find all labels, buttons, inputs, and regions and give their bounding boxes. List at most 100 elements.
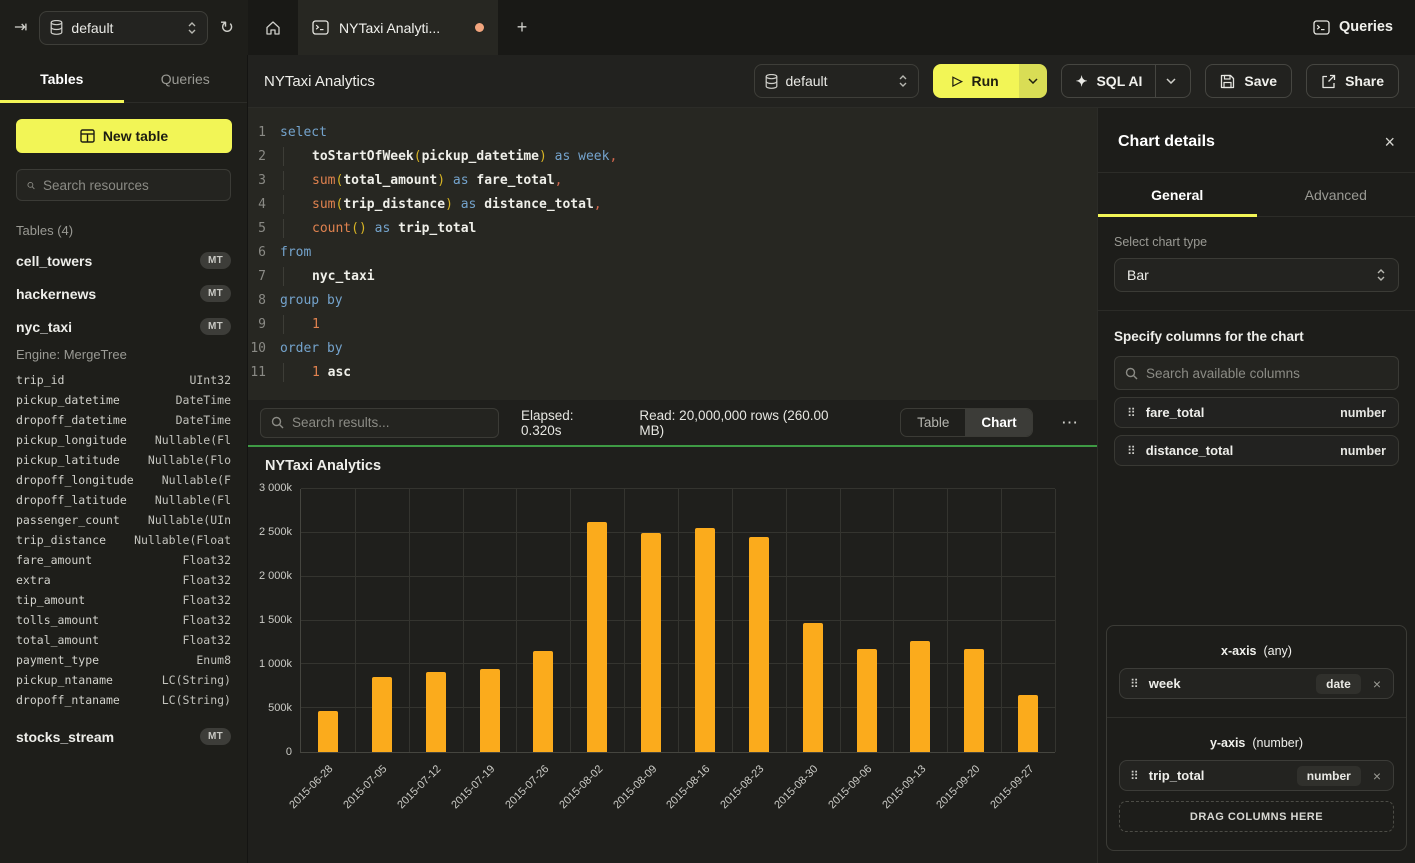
column-chip[interactable]: ⠿distance_totalnumber — [1114, 435, 1399, 466]
chart-view-button[interactable]: Chart — [965, 409, 1032, 436]
database-selector-value: default — [71, 20, 113, 36]
x-axis-chip-type: date — [1316, 674, 1361, 694]
sql-code-lines: 1select2toStartOfWeek(pickup_datetime) a… — [248, 120, 1097, 384]
run-options-button[interactable] — [1019, 64, 1047, 98]
share-button[interactable]: Share — [1306, 64, 1399, 98]
y-axis-qualifier: (number) — [1252, 736, 1303, 750]
chart-bar — [857, 649, 877, 752]
select-chevrons-icon — [187, 21, 197, 35]
code-text: count() as trip_total — [280, 221, 476, 236]
table-row-nyc-taxi[interactable]: nyc_taxi MT — [0, 310, 247, 343]
code-text: sum(trip_distance) as distance_total, — [280, 197, 602, 212]
column-row: payment_typeEnum8 — [16, 650, 231, 670]
tab-general[interactable]: General — [1098, 173, 1257, 216]
save-icon — [1220, 74, 1235, 89]
results-menu-button[interactable]: ⋯ — [1055, 413, 1085, 433]
code-line: 111 asc — [248, 360, 1097, 384]
tab-advanced[interactable]: Advanced — [1257, 173, 1415, 216]
column-row: pickup_longitudeNullable(Fl — [16, 430, 231, 450]
sidebar-search-input[interactable] — [43, 178, 220, 193]
code-line: 10order by — [248, 336, 1097, 360]
table-icon — [80, 129, 95, 143]
code-line: 7nyc_taxi — [248, 264, 1097, 288]
collapse-sidebar-button[interactable]: ⇥ — [14, 20, 27, 36]
y-axis-tick-label: 2 000k — [248, 570, 292, 582]
drag-handle-icon[interactable]: ⠿ — [1130, 678, 1139, 690]
remove-y-axis-column-button[interactable]: × — [1371, 768, 1383, 784]
drag-handle-icon[interactable]: ⠿ — [1130, 770, 1139, 782]
table-row-stocks-stream[interactable]: stocks_stream MT — [0, 720, 247, 753]
home-tab[interactable] — [248, 0, 298, 55]
results-toolbar: Elapsed: 0.320s Read: 20,000,000 rows (2… — [248, 400, 1097, 445]
code-text: order by — [280, 341, 343, 356]
y-axis-tick-label: 3 000k — [248, 482, 292, 494]
y-axis-chip[interactable]: ⠿ trip_total number × — [1119, 760, 1394, 791]
engine-badge: MT — [200, 728, 231, 745]
available-columns: ⠿fare_totalnumber⠿distance_totalnumber — [1114, 397, 1399, 466]
remove-x-axis-column-button[interactable]: × — [1371, 676, 1383, 692]
engine-badge: MT — [200, 318, 231, 335]
code-text: toStartOfWeek(pickup_datetime) as week, — [280, 149, 617, 164]
column-chip[interactable]: ⠿fare_totalnumber — [1114, 397, 1399, 428]
elapsed-time: Elapsed: 0.320s — [521, 408, 617, 438]
table-name: stocks_stream — [16, 729, 114, 745]
column-row: extraFloat32 — [16, 570, 231, 590]
column-row: tolls_amountFloat32 — [16, 610, 231, 630]
line-number: 6 — [248, 245, 280, 260]
column-chip-name: distance_total — [1146, 443, 1233, 458]
chart-plot — [300, 489, 1055, 753]
code-text: nyc_taxi — [280, 269, 375, 284]
results-search-input[interactable] — [292, 415, 488, 430]
chart-type-section: Select chart type Bar — [1098, 217, 1415, 310]
select-chevrons-icon — [898, 74, 908, 88]
chart-title: NYTaxi Analytics — [265, 458, 381, 474]
query-database-selector[interactable]: default — [754, 64, 919, 98]
sql-ai-options-button[interactable] — [1155, 65, 1176, 97]
sidebar-tab-queries[interactable]: Queries — [124, 55, 248, 102]
gridline — [301, 663, 1055, 664]
y-axis-label: y-axis — [1210, 736, 1245, 750]
new-tab-button[interactable]: + — [498, 0, 546, 55]
drag-columns-dropzone[interactable]: DRAG COLUMNS HERE — [1119, 801, 1394, 832]
table-row-hackernews[interactable]: hackernews MT — [0, 277, 247, 310]
gridline — [409, 489, 410, 752]
sql-ai-button[interactable]: ✦ SQL AI — [1061, 64, 1192, 98]
column-row: dropoff_datetimeDateTime — [16, 410, 231, 430]
queries-button[interactable]: Queries — [1313, 20, 1393, 35]
chart-bar — [426, 672, 446, 752]
database-icon — [765, 74, 778, 89]
gridline — [570, 489, 571, 752]
sql-editor[interactable]: 1select2toStartOfWeek(pickup_datetime) a… — [248, 108, 1097, 400]
columns-search-input[interactable] — [1146, 366, 1388, 381]
database-selector[interactable]: default — [39, 11, 207, 45]
save-button[interactable]: Save — [1205, 64, 1292, 98]
y-axis-tick-label: 1 000k — [248, 658, 292, 670]
chart-bar — [803, 623, 823, 752]
sidebar-tabs: Tables Queries — [0, 55, 247, 103]
chart-bar — [480, 669, 500, 752]
x-axis-qualifier: (any) — [1263, 644, 1291, 658]
run-button-label: Run — [972, 73, 999, 89]
new-table-button[interactable]: New table — [16, 119, 232, 153]
sidebar-tab-tables[interactable]: Tables — [0, 55, 124, 102]
query-header: NYTaxi Analytics default ▷ Run — [248, 55, 1415, 108]
query-tab[interactable]: NYTaxi Analyti... — [298, 0, 498, 55]
search-icon — [1125, 367, 1138, 380]
chart-bar — [641, 533, 661, 752]
x-axis-chip[interactable]: ⠿ week date × — [1119, 668, 1394, 699]
run-button[interactable]: ▷ Run — [933, 64, 1019, 98]
column-row: pickup_datetimeDateTime — [16, 390, 231, 410]
chart-type-select[interactable]: Bar — [1114, 258, 1399, 292]
rows-read: Read: 20,000,000 rows (260.00 MB) — [639, 408, 856, 438]
table-name: cell_towers — [16, 253, 92, 269]
x-axis-section: x-axis (any) ⠿ week date × — [1107, 626, 1406, 717]
drag-handle-icon[interactable]: ⠿ — [1127, 445, 1136, 457]
drag-handle-icon[interactable]: ⠿ — [1127, 407, 1136, 419]
sidebar-search — [16, 169, 231, 201]
table-row-cell-towers[interactable]: cell_towers MT — [0, 244, 247, 277]
line-number: 5 — [248, 221, 280, 236]
close-panel-button[interactable]: × — [1384, 133, 1395, 151]
refresh-button[interactable]: ↻ — [220, 19, 234, 36]
table-view-button[interactable]: Table — [901, 409, 965, 436]
editor-column: 1select2toStartOfWeek(pickup_datetime) a… — [248, 108, 1097, 863]
